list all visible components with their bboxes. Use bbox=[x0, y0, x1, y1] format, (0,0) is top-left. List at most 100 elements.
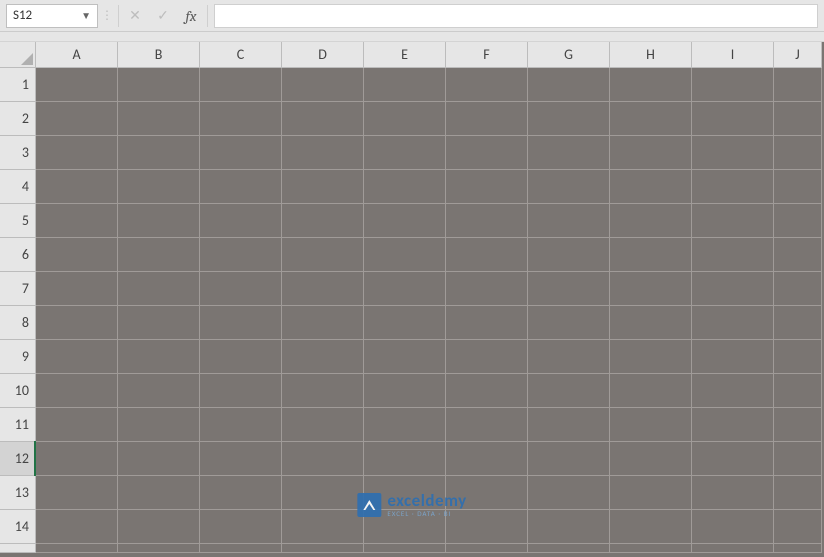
cell[interactable] bbox=[118, 442, 200, 476]
cell[interactable] bbox=[774, 306, 822, 340]
cell[interactable] bbox=[610, 442, 692, 476]
cell[interactable] bbox=[774, 68, 822, 102]
cell[interactable] bbox=[528, 136, 610, 170]
cell[interactable] bbox=[282, 306, 364, 340]
cell[interactable] bbox=[282, 476, 364, 510]
cell[interactable] bbox=[692, 510, 774, 544]
column-header[interactable]: D bbox=[282, 42, 364, 68]
cell[interactable] bbox=[118, 544, 200, 553]
row-header[interactable]: 11 bbox=[0, 408, 36, 442]
cell[interactable] bbox=[692, 204, 774, 238]
cell[interactable] bbox=[282, 408, 364, 442]
cell[interactable] bbox=[118, 136, 200, 170]
cell[interactable] bbox=[774, 408, 822, 442]
cell[interactable] bbox=[610, 136, 692, 170]
cell[interactable] bbox=[364, 374, 446, 408]
cell[interactable] bbox=[528, 68, 610, 102]
cell[interactable] bbox=[692, 170, 774, 204]
column-header[interactable]: G bbox=[528, 42, 610, 68]
cell[interactable] bbox=[36, 442, 118, 476]
cell[interactable] bbox=[36, 544, 118, 553]
chevron-down-icon[interactable]: ▼ bbox=[81, 9, 91, 22]
cell[interactable] bbox=[200, 306, 282, 340]
cell[interactable] bbox=[36, 408, 118, 442]
row-header[interactable]: 9 bbox=[0, 340, 36, 374]
cell[interactable] bbox=[610, 170, 692, 204]
cell[interactable] bbox=[528, 476, 610, 510]
cell[interactable] bbox=[446, 374, 528, 408]
cells-area[interactable] bbox=[36, 68, 824, 557]
cell[interactable] bbox=[282, 374, 364, 408]
cell[interactable] bbox=[364, 272, 446, 306]
cell[interactable] bbox=[528, 170, 610, 204]
column-header[interactable]: B bbox=[118, 42, 200, 68]
cell[interactable] bbox=[36, 136, 118, 170]
column-header[interactable]: H bbox=[610, 42, 692, 68]
cell[interactable] bbox=[200, 476, 282, 510]
cell[interactable] bbox=[692, 340, 774, 374]
cell[interactable] bbox=[200, 170, 282, 204]
cell[interactable] bbox=[692, 272, 774, 306]
name-box[interactable]: S12 ▼ bbox=[6, 4, 98, 28]
cell[interactable] bbox=[36, 170, 118, 204]
cell[interactable] bbox=[528, 374, 610, 408]
cell[interactable] bbox=[692, 136, 774, 170]
row-header[interactable]: 5 bbox=[0, 204, 36, 238]
cell[interactable] bbox=[282, 170, 364, 204]
cell[interactable] bbox=[446, 204, 528, 238]
cell[interactable] bbox=[528, 340, 610, 374]
cell[interactable] bbox=[528, 238, 610, 272]
cell[interactable] bbox=[774, 272, 822, 306]
cell[interactable] bbox=[118, 272, 200, 306]
cell[interactable] bbox=[774, 476, 822, 510]
cell[interactable] bbox=[36, 204, 118, 238]
column-header[interactable]: A bbox=[36, 42, 118, 68]
cell[interactable] bbox=[528, 442, 610, 476]
cell[interactable] bbox=[610, 102, 692, 136]
cancel-button[interactable]: ✕ bbox=[121, 4, 149, 28]
cell[interactable] bbox=[364, 68, 446, 102]
cell[interactable] bbox=[610, 340, 692, 374]
cell[interactable] bbox=[36, 510, 118, 544]
cell[interactable] bbox=[118, 408, 200, 442]
cell[interactable] bbox=[118, 374, 200, 408]
row-header[interactable]: 13 bbox=[0, 476, 36, 510]
cell[interactable] bbox=[200, 238, 282, 272]
cell[interactable] bbox=[446, 340, 528, 374]
cell[interactable] bbox=[692, 306, 774, 340]
cell[interactable] bbox=[774, 102, 822, 136]
column-header[interactable]: J bbox=[774, 42, 822, 68]
cell[interactable] bbox=[610, 306, 692, 340]
cell[interactable] bbox=[528, 408, 610, 442]
cell[interactable] bbox=[364, 340, 446, 374]
cell[interactable] bbox=[774, 442, 822, 476]
cell[interactable] bbox=[36, 68, 118, 102]
cell[interactable] bbox=[446, 408, 528, 442]
cell[interactable] bbox=[692, 102, 774, 136]
cell[interactable] bbox=[200, 204, 282, 238]
cell[interactable] bbox=[364, 136, 446, 170]
cell[interactable] bbox=[282, 238, 364, 272]
cell[interactable] bbox=[364, 102, 446, 136]
cell[interactable] bbox=[282, 544, 364, 553]
cell[interactable] bbox=[446, 238, 528, 272]
cell[interactable] bbox=[692, 476, 774, 510]
cell[interactable] bbox=[282, 102, 364, 136]
cell[interactable] bbox=[364, 306, 446, 340]
cell[interactable] bbox=[610, 272, 692, 306]
cell[interactable] bbox=[364, 442, 446, 476]
cell[interactable] bbox=[364, 170, 446, 204]
cell[interactable] bbox=[692, 408, 774, 442]
cell[interactable] bbox=[528, 102, 610, 136]
row-header[interactable]: 6 bbox=[0, 238, 36, 272]
cell[interactable] bbox=[282, 204, 364, 238]
cell[interactable] bbox=[200, 340, 282, 374]
enter-button[interactable]: ✓ bbox=[149, 4, 177, 28]
cell[interactable] bbox=[528, 306, 610, 340]
row-header[interactable]: 10 bbox=[0, 374, 36, 408]
cell[interactable] bbox=[446, 170, 528, 204]
cell[interactable] bbox=[200, 510, 282, 544]
cell[interactable] bbox=[282, 510, 364, 544]
cell[interactable] bbox=[774, 510, 822, 544]
row-header[interactable]: 12 bbox=[0, 442, 36, 476]
